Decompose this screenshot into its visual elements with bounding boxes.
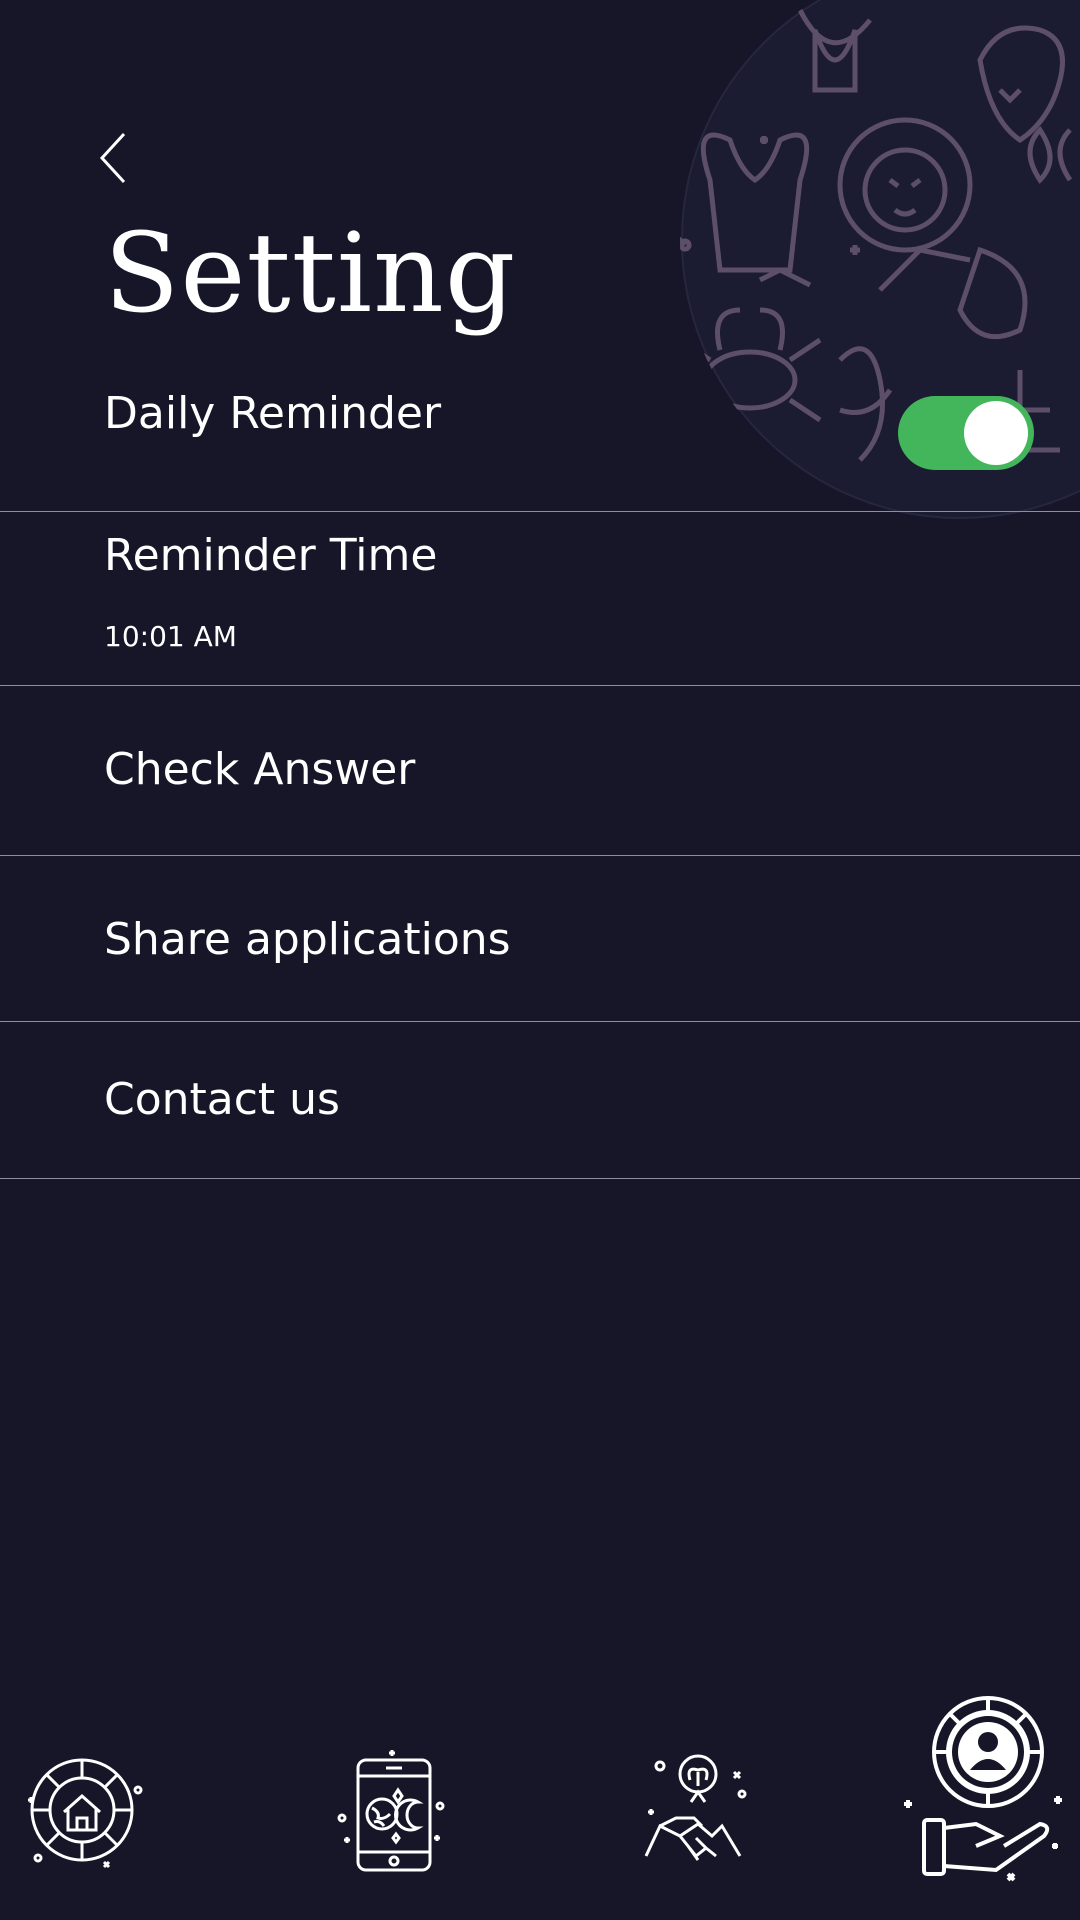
reminder-time-value: 10:01 AM [104,620,237,653]
back-icon[interactable] [96,130,136,186]
toggle-knob [964,401,1028,465]
handshake-aries-icon[interactable] [636,1746,756,1876]
bottom-nav [0,1680,1080,1920]
share-applications-row[interactable]: Share applications [0,856,1080,1022]
phone-astrology-icon[interactable] [330,1748,450,1878]
contact-us-row[interactable]: Contact us [0,1022,1080,1179]
hand-profile-icon[interactable] [896,1696,1066,1886]
contact-us-label: Contact us [104,1074,340,1125]
reminder-time-label: Reminder Time [104,530,438,581]
reminder-time-row[interactable]: Reminder Time 10:01 AM [0,512,1080,686]
check-answer-row[interactable]: Check Answer [0,686,1080,856]
check-answer-label: Check Answer [104,744,416,795]
page-title: Setting [104,209,517,337]
zodiac-house-icon[interactable] [24,1750,144,1870]
daily-reminder-label: Daily Reminder [104,388,442,439]
daily-reminder-toggle[interactable] [898,396,1034,470]
share-applications-label: Share applications [104,914,511,965]
